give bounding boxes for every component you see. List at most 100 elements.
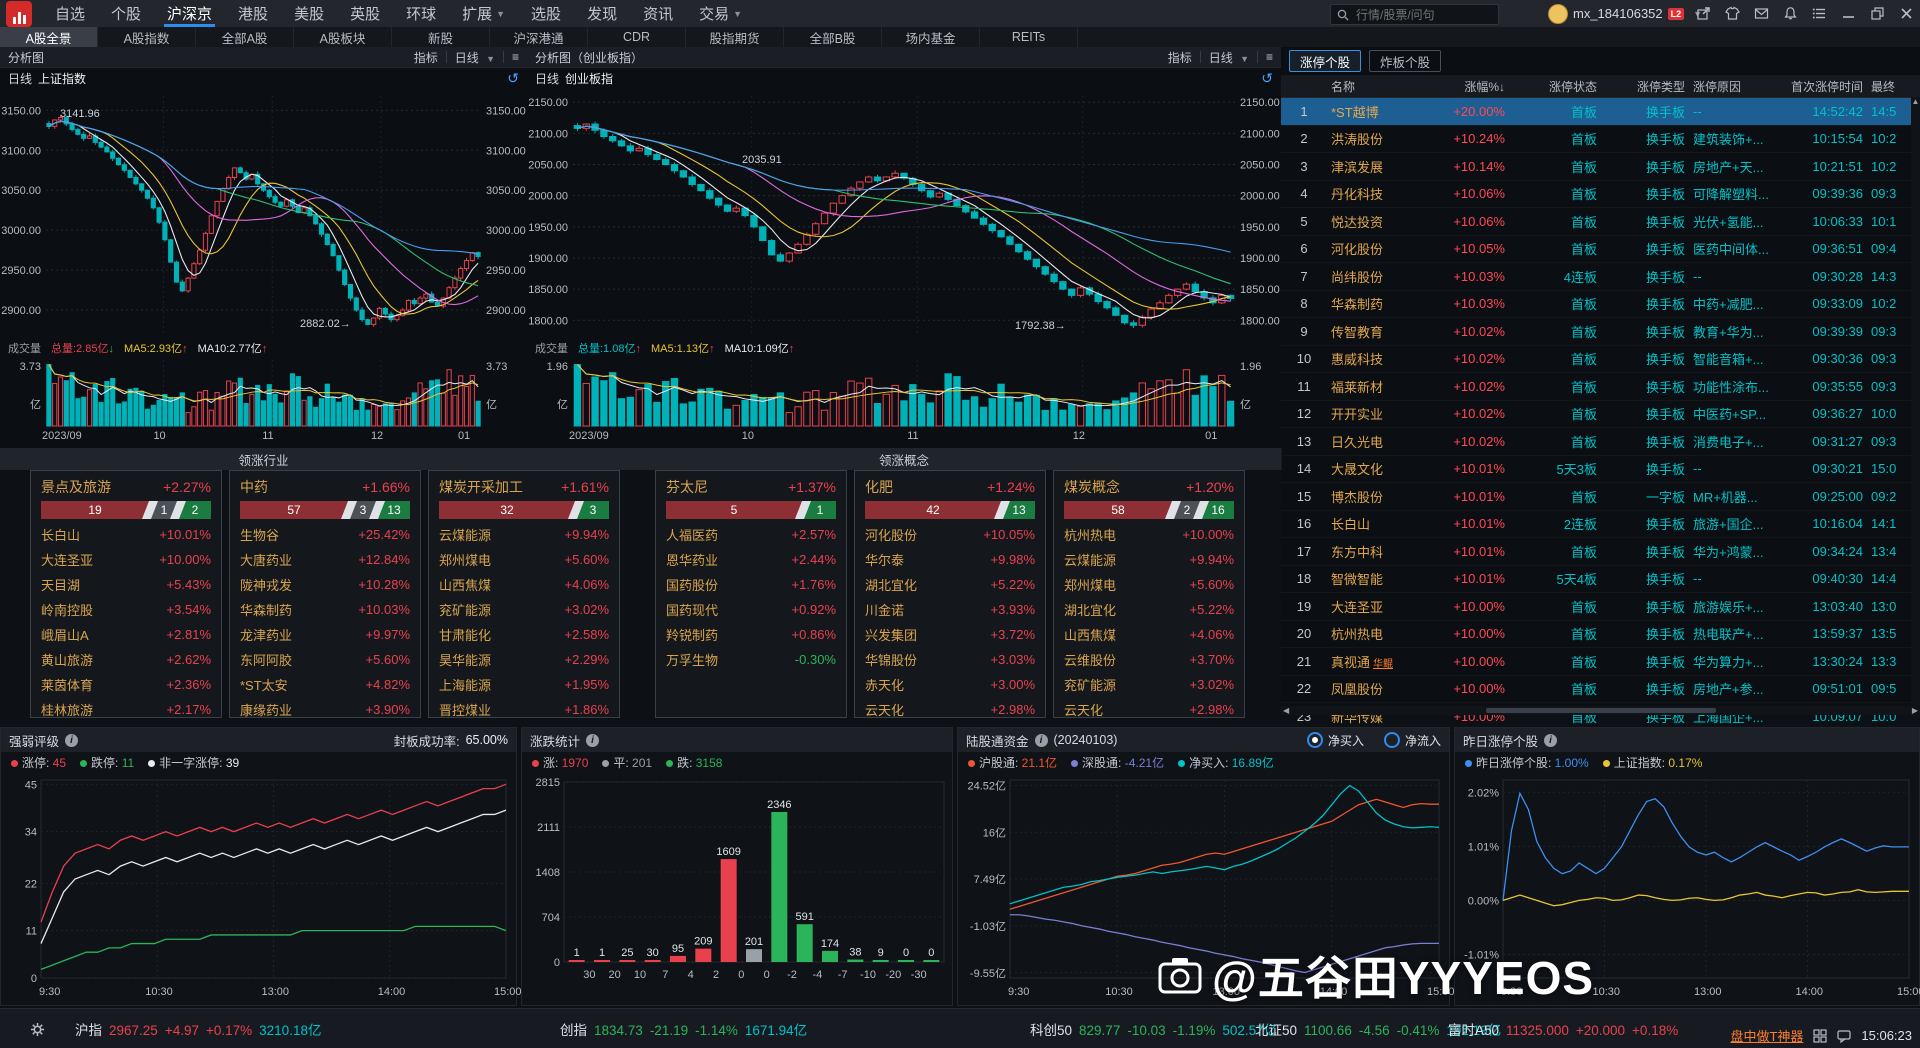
- stock-row[interactable]: 莱茵体育+2.36%: [41, 672, 211, 697]
- tab-CDR[interactable]: CDR: [588, 27, 686, 47]
- stock-row[interactable]: 晋控煤业+1.86%: [439, 697, 609, 718]
- search-input[interactable]: [1354, 7, 1478, 23]
- table-row[interactable]: 15博杰股份+10.01%首板一字板MR+机器...09:25:0009:2: [1281, 483, 1920, 511]
- avatar[interactable]: [1548, 4, 1568, 24]
- grid-icon[interactable]: [1813, 1029, 1827, 1043]
- menu-item-美股[interactable]: 美股: [281, 0, 337, 27]
- share-icon[interactable]: [1696, 6, 1711, 21]
- tab-沪深港通[interactable]: 沪深港通: [490, 27, 588, 47]
- tab-REITs[interactable]: REITs: [980, 27, 1078, 47]
- mail-icon[interactable]: [1754, 6, 1769, 21]
- table-row[interactable]: 3津滨发展+10.14%首板换手板房地产+天...10:21:5110:2: [1281, 153, 1920, 181]
- minimize-icon[interactable]: [1841, 6, 1856, 21]
- sector-card[interactable]: 景点及旅游+2.27%1912长白山+10.01%大连圣亚+10.00%天目湖+…: [30, 470, 222, 718]
- indicator-button[interactable]: 指标: [414, 49, 438, 66]
- stock-row[interactable]: 甘肃能化+2.58%: [439, 622, 609, 647]
- info-icon[interactable]: i: [1035, 734, 1048, 747]
- stock-row[interactable]: 云煤能源+9.94%: [1064, 547, 1234, 572]
- stock-row[interactable]: 康缘药业+3.90%: [240, 697, 410, 718]
- menu-item-个股[interactable]: 个股: [98, 0, 154, 27]
- stock-row[interactable]: 川金诺+3.93%: [865, 597, 1035, 622]
- table-row[interactable]: 21真视通华鲲+10.00%首板换手板华为算力+...13:30:2413:3: [1281, 648, 1920, 676]
- stock-row[interactable]: 东阿阿胶+5.60%: [240, 647, 410, 672]
- menu-item-扩展[interactable]: 扩展▼: [449, 0, 518, 27]
- column-header-4[interactable]: 涨停类型: [1601, 78, 1689, 95]
- menu-item-沪深京[interactable]: 沪深京: [154, 0, 225, 27]
- table-row[interactable]: 16长白山+10.01%2连板换手板旅游+国企...10:16:0414:1: [1281, 511, 1920, 539]
- index-quote-科创50[interactable]: 科创50829.77-10.03-1.19%502.57亿: [1030, 1019, 1284, 1039]
- sector-card[interactable]: 化肥+1.24%4213河化股份+10.05%华尔泰+9.98%湖北宜化+5.2…: [854, 470, 1046, 718]
- table-row[interactable]: 4丹化科技+10.06%首板换手板可降解塑料...09:39:3609:3: [1281, 181, 1920, 209]
- info-icon[interactable]: i: [586, 734, 599, 747]
- t-trade-tool-link[interactable]: 盘中做T神器: [1730, 1026, 1803, 1045]
- table-row[interactable]: 6河化股份+10.05%首板换手板医药中间体...09:36:5109:4: [1281, 236, 1920, 264]
- tab-全部B股[interactable]: 全部B股: [784, 27, 882, 47]
- user-area[interactable]: mx_184106352 L2 ▼: [1548, 0, 1702, 27]
- table-row[interactable]: 12开开实业+10.02%首板换手板中医药+SP...09:36:2710:0: [1281, 401, 1920, 429]
- message-icon[interactable]: [1837, 1029, 1851, 1043]
- stock-row[interactable]: 黄山旅游+2.62%: [41, 647, 211, 672]
- stock-row[interactable]: 云天化+2.98%: [865, 697, 1035, 718]
- table-row[interactable]: 20杭州热电+10.00%首板换手板热电联产+...13:59:3713:5: [1281, 621, 1920, 649]
- menu-item-交易[interactable]: 交易▼: [686, 0, 755, 27]
- menu-item-英股[interactable]: 英股: [337, 0, 393, 27]
- info-icon[interactable]: i: [65, 734, 78, 747]
- tab-股指期货[interactable]: 股指期货: [686, 27, 784, 47]
- stock-row[interactable]: 郑州煤电+5.60%: [1064, 572, 1234, 597]
- tab-A股指数[interactable]: A股指数: [98, 27, 196, 47]
- table-row[interactable]: 11福莱新材+10.02%首板换手板功能性涂布...09:35:5509:3: [1281, 373, 1920, 401]
- table-row[interactable]: 8华森制药+10.03%首板换手板中药+减肥...09:33:0910:2: [1281, 291, 1920, 319]
- table-row[interactable]: 9传智教育+10.02%首板换手板教育+华为...09:39:3909:3: [1281, 318, 1920, 346]
- scroll-thumb[interactable]: [1486, 708, 1716, 713]
- menu-lines-icon[interactable]: ≡: [1266, 50, 1273, 64]
- stock-row[interactable]: 龙津药业+9.97%: [240, 622, 410, 647]
- menu-item-环球[interactable]: 环球: [393, 0, 449, 27]
- radio-circle-icon[interactable]: [1384, 732, 1400, 748]
- sector-card[interactable]: 芬太尼+1.37%51人福医药+2.57%恩华药业+2.44%国药股份+1.76…: [655, 470, 847, 718]
- stock-row[interactable]: 陇神戎发+10.28%: [240, 572, 410, 597]
- tab-炸板个股[interactable]: 炸板个股: [1369, 50, 1441, 72]
- table-row[interactable]: 19大连圣亚+10.00%首板换手板旅游娱乐+...13:03:4013:0: [1281, 593, 1920, 621]
- menu-item-选股[interactable]: 选股: [518, 0, 574, 27]
- stock-row[interactable]: 岭南控股+3.54%: [41, 597, 211, 622]
- search-box[interactable]: [1330, 4, 1499, 25]
- stock-row[interactable]: 云煤能源+9.94%: [439, 522, 609, 547]
- stock-row[interactable]: 天目湖+5.43%: [41, 572, 211, 597]
- tab-全部A股[interactable]: 全部A股: [196, 27, 294, 47]
- restore-icon[interactable]: [1870, 6, 1885, 21]
- info-icon[interactable]: i: [1544, 734, 1557, 747]
- stock-row[interactable]: 桂林旅游+2.17%: [41, 697, 211, 718]
- scroll-right-icon[interactable]: ▶: [1912, 706, 1918, 715]
- tab-场内基金[interactable]: 场内基金: [882, 27, 980, 47]
- close-icon[interactable]: [1899, 6, 1914, 21]
- period-dropdown[interactable]: 日线 ▼: [455, 49, 495, 66]
- stock-row[interactable]: 兴发集团+3.72%: [865, 622, 1035, 647]
- stock-row[interactable]: 华尔泰+9.98%: [865, 547, 1035, 572]
- stock-row[interactable]: 国药现代+0.92%: [666, 597, 836, 622]
- stock-row[interactable]: 万孚生物-0.30%: [666, 647, 836, 672]
- index-quote-沪指[interactable]: 沪指2967.25+4.97+0.17%3210.18亿: [75, 1019, 328, 1039]
- column-header-5[interactable]: 涨停原因: [1689, 78, 1783, 95]
- menu-item-自选[interactable]: 自选: [42, 0, 98, 27]
- column-header-1[interactable]: 名称: [1327, 78, 1423, 95]
- skin-shirt-icon[interactable]: [1725, 6, 1740, 21]
- column-header-6[interactable]: 首次涨停时间: [1783, 78, 1867, 95]
- stock-row[interactable]: 湖北宜化+5.22%: [1064, 597, 1234, 622]
- table-row[interactable]: 22凤凰股份+10.00%首板换手板房地产+参...09:51:0109:5: [1281, 676, 1920, 704]
- table-row[interactable]: 14大晟文化+10.01%5天3板换手板--09:30:2115:0: [1281, 456, 1920, 484]
- tab-A股全景[interactable]: A股全景: [0, 27, 98, 47]
- stock-row[interactable]: 赤天化+3.00%: [865, 672, 1035, 697]
- table-row[interactable]: 10惠威科技+10.02%首板换手板智能音箱+...09:30:3609:3: [1281, 346, 1920, 374]
- gear-icon[interactable]: [30, 1022, 45, 1037]
- stock-row[interactable]: 杭州热电+10.00%: [1064, 522, 1234, 547]
- menu-item-资讯[interactable]: 资讯: [630, 0, 686, 27]
- period-dropdown[interactable]: 日线 ▼: [1209, 49, 1249, 66]
- indicator-button[interactable]: 指标: [1168, 49, 1192, 66]
- stock-row[interactable]: 湖北宜化+5.22%: [865, 572, 1035, 597]
- sector-card[interactable]: 煤炭开采加工+1.61%323云煤能源+9.94%郑州煤电+5.60%山西焦煤+…: [428, 470, 620, 718]
- sector-card[interactable]: 中药+1.66%57313生物谷+25.42%大唐药业+12.84%陇神戎发+1…: [229, 470, 421, 718]
- menu-item-发现[interactable]: 发现: [574, 0, 630, 27]
- stock-row[interactable]: 郑州煤电+5.60%: [439, 547, 609, 572]
- stock-row[interactable]: 峨眉山A+2.81%: [41, 622, 211, 647]
- undo-icon[interactable]: ↺: [1261, 71, 1273, 85]
